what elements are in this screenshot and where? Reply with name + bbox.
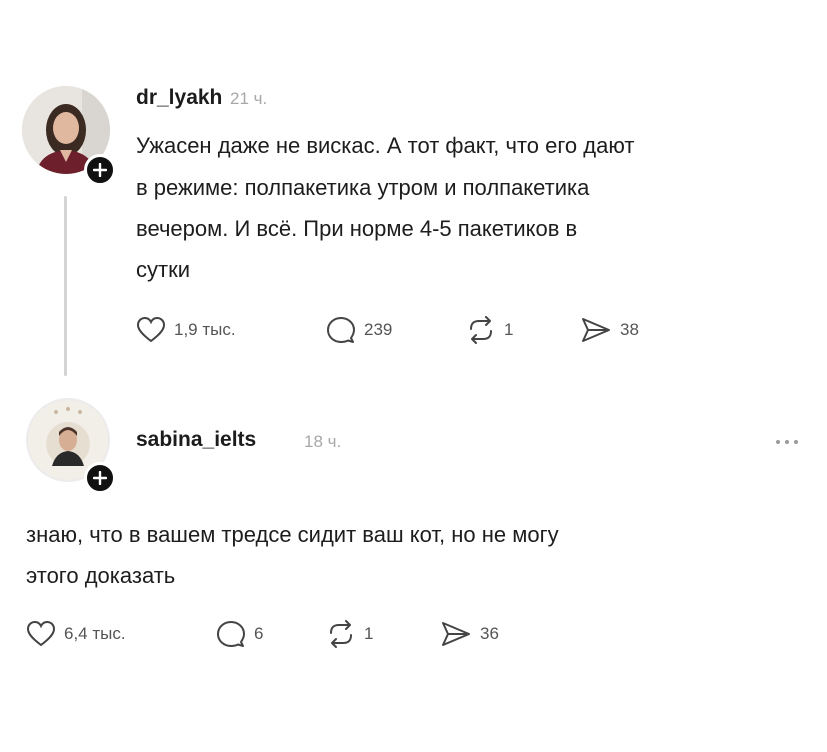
repost-icon (330, 620, 352, 648)
like-count: 6,4 тыс. (64, 624, 126, 643)
username[interactable]: dr_lyakh (136, 86, 222, 110)
comment-icon (327, 317, 355, 343)
plus-icon (93, 163, 107, 177)
follow-button[interactable] (84, 462, 116, 494)
post-text-line: этого доказать (26, 563, 176, 588)
repost-count: 1 (504, 320, 514, 339)
repost-button[interactable]: 1 (466, 314, 513, 346)
more-dot (785, 440, 789, 444)
thread-line (64, 196, 67, 376)
comment-icon (217, 621, 245, 647)
more-icon[interactable] (776, 436, 798, 448)
share-button[interactable]: 38 (580, 314, 639, 346)
like-button[interactable]: 6,4 тыс. (26, 618, 126, 650)
username[interactable]: sabina_ielts (136, 428, 256, 452)
post-time: 18 ч. (304, 432, 342, 451)
reply-count: 6 (254, 624, 264, 643)
reply-count: 239 (364, 320, 393, 339)
more-dot (776, 440, 780, 444)
more-dot (794, 440, 798, 444)
send-icon (582, 318, 610, 342)
plus-icon (93, 471, 107, 485)
post-text-line: в режиме: полпакетика утром и полпакетик… (136, 175, 590, 200)
repost-icon (470, 316, 492, 344)
follow-button[interactable] (84, 154, 116, 186)
like-count: 1,9 тыс. (174, 320, 236, 339)
repost-count: 1 (364, 624, 374, 643)
repost-button[interactable]: 1 (326, 618, 373, 650)
reply-button[interactable]: 6 (216, 618, 263, 650)
heart-icon (26, 620, 56, 647)
share-count: 36 (480, 624, 499, 643)
post-text-line: сутки (136, 257, 190, 282)
like-button[interactable]: 1,9 тыс. (136, 314, 236, 346)
send-icon (442, 622, 470, 646)
post-text-line: знаю, что в вашем тредсе сидит ваш кот, … (26, 522, 559, 547)
heart-icon (136, 316, 166, 343)
reply-button[interactable]: 239 (326, 314, 392, 346)
post-text-line: Ужасен даже не вискас. А тот факт, что е… (136, 133, 635, 158)
post-text-line: вечером. И всё. При норме 4-5 пакетиков … (136, 216, 578, 241)
share-button[interactable]: 36 (440, 618, 499, 650)
share-count: 38 (620, 320, 639, 339)
post-time: 21 ч. (230, 89, 268, 108)
